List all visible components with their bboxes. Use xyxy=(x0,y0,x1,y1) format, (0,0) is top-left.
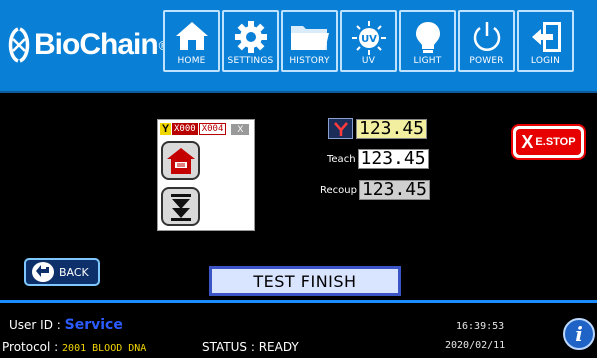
user-id-line: User ID : Service xyxy=(9,317,123,333)
motor-tabs: Y X000 X004 X xyxy=(160,122,250,136)
footer-bar: User ID : Service Protocol : 2001 BLOOD … xyxy=(0,300,597,358)
history-button[interactable]: HISTORY xyxy=(281,10,338,72)
biochain-logo-mark-icon xyxy=(6,25,32,65)
recoup-input[interactable]: 123.45 xyxy=(358,180,430,200)
power-label: POWER xyxy=(469,56,504,66)
brand-name: BioChain xyxy=(34,28,159,61)
user-id-value: Service xyxy=(64,317,123,333)
user-id-colon: : xyxy=(52,318,65,332)
position-row: 123.45 xyxy=(328,118,427,139)
motor-home-button[interactable] xyxy=(161,141,200,180)
top-toolbar: BioChain ® HOME xyxy=(0,0,597,93)
power-icon xyxy=(473,22,500,51)
move-down-button[interactable] xyxy=(161,187,200,226)
motor-tab-x004[interactable]: X004 xyxy=(198,123,227,135)
gear-icon xyxy=(234,21,267,53)
recoup-label: Recoup xyxy=(320,184,357,196)
protocol-label: Protocol xyxy=(2,340,51,354)
close-panel-button[interactable]: X xyxy=(231,123,250,135)
home-label: HOME xyxy=(177,56,206,66)
protocol-line: Protocol : 2001 BLOOD DNA xyxy=(2,340,146,354)
history-label: HISTORY xyxy=(289,56,330,66)
current-position-value: 123.45 xyxy=(356,118,427,139)
estop-x-icon: X xyxy=(521,131,534,152)
folder-icon xyxy=(290,26,329,50)
status-label: STATUS xyxy=(202,340,248,354)
light-label: LIGHT xyxy=(413,56,442,66)
back-label: BACK xyxy=(59,265,89,279)
clock-date: 2020/02/11 xyxy=(445,340,506,351)
light-button[interactable]: LIGHT xyxy=(399,10,456,72)
status-value: READY xyxy=(258,340,299,354)
home-icon xyxy=(175,22,208,50)
brand-logo: BioChain ® xyxy=(6,22,168,68)
axis-y-tab[interactable]: Y xyxy=(160,123,171,135)
y-axis-icon xyxy=(328,118,353,139)
login-label: LOGIN xyxy=(530,56,561,66)
lightbulb-icon xyxy=(415,22,440,53)
recoup-row: Recoup 123.45 xyxy=(320,180,430,200)
uv-label: UV xyxy=(361,56,376,66)
settings-label: SETTINGS xyxy=(227,56,274,66)
status-line: STATUS : READY xyxy=(202,340,299,354)
teach-input[interactable]: 123.45 xyxy=(357,149,429,169)
clock-time: 16:39:53 xyxy=(456,321,505,332)
back-arrow-icon xyxy=(32,262,54,282)
uv-lamp-icon: UV xyxy=(351,21,386,55)
info-icon: i xyxy=(575,322,583,346)
uv-badge-text: UV xyxy=(361,34,377,45)
login-button[interactable]: LOGIN xyxy=(517,10,574,72)
status-colon: : xyxy=(247,340,259,354)
estop-face: X E.STOP xyxy=(516,129,581,155)
user-id-label: User ID xyxy=(9,318,53,332)
main-nav: HOME SETTINGS HISTORY UV UV LIGHT POWER … xyxy=(163,10,576,72)
teach-row: Teach 123.45 xyxy=(327,149,429,169)
teach-label: Teach xyxy=(327,153,356,165)
emergency-stop-button[interactable]: X E.STOP xyxy=(511,124,586,160)
protocol-value: 2001 BLOOD DNA xyxy=(62,343,147,354)
home-button[interactable]: HOME xyxy=(163,10,220,72)
motor-control-panel: Y X000 X004 X xyxy=(157,119,255,231)
home-position-icon xyxy=(166,147,195,174)
motor-tab-x000[interactable]: X000 xyxy=(172,123,198,135)
info-button[interactable]: i xyxy=(563,318,595,350)
status-message: TEST FINISH xyxy=(209,266,401,296)
settings-button[interactable]: SETTINGS xyxy=(222,10,279,72)
protocol-colon: : xyxy=(50,340,63,354)
uv-button[interactable]: UV UV xyxy=(340,10,397,72)
estop-label: E.STOP xyxy=(535,136,576,148)
arrow-down-to-bar-icon xyxy=(170,193,191,221)
main-panel: Y X000 X004 X 123.45 Teach 123.45 Recoup… xyxy=(0,95,597,300)
power-button[interactable]: POWER xyxy=(458,10,515,72)
back-button[interactable]: BACK xyxy=(24,258,100,286)
login-arrow-icon xyxy=(531,22,561,52)
